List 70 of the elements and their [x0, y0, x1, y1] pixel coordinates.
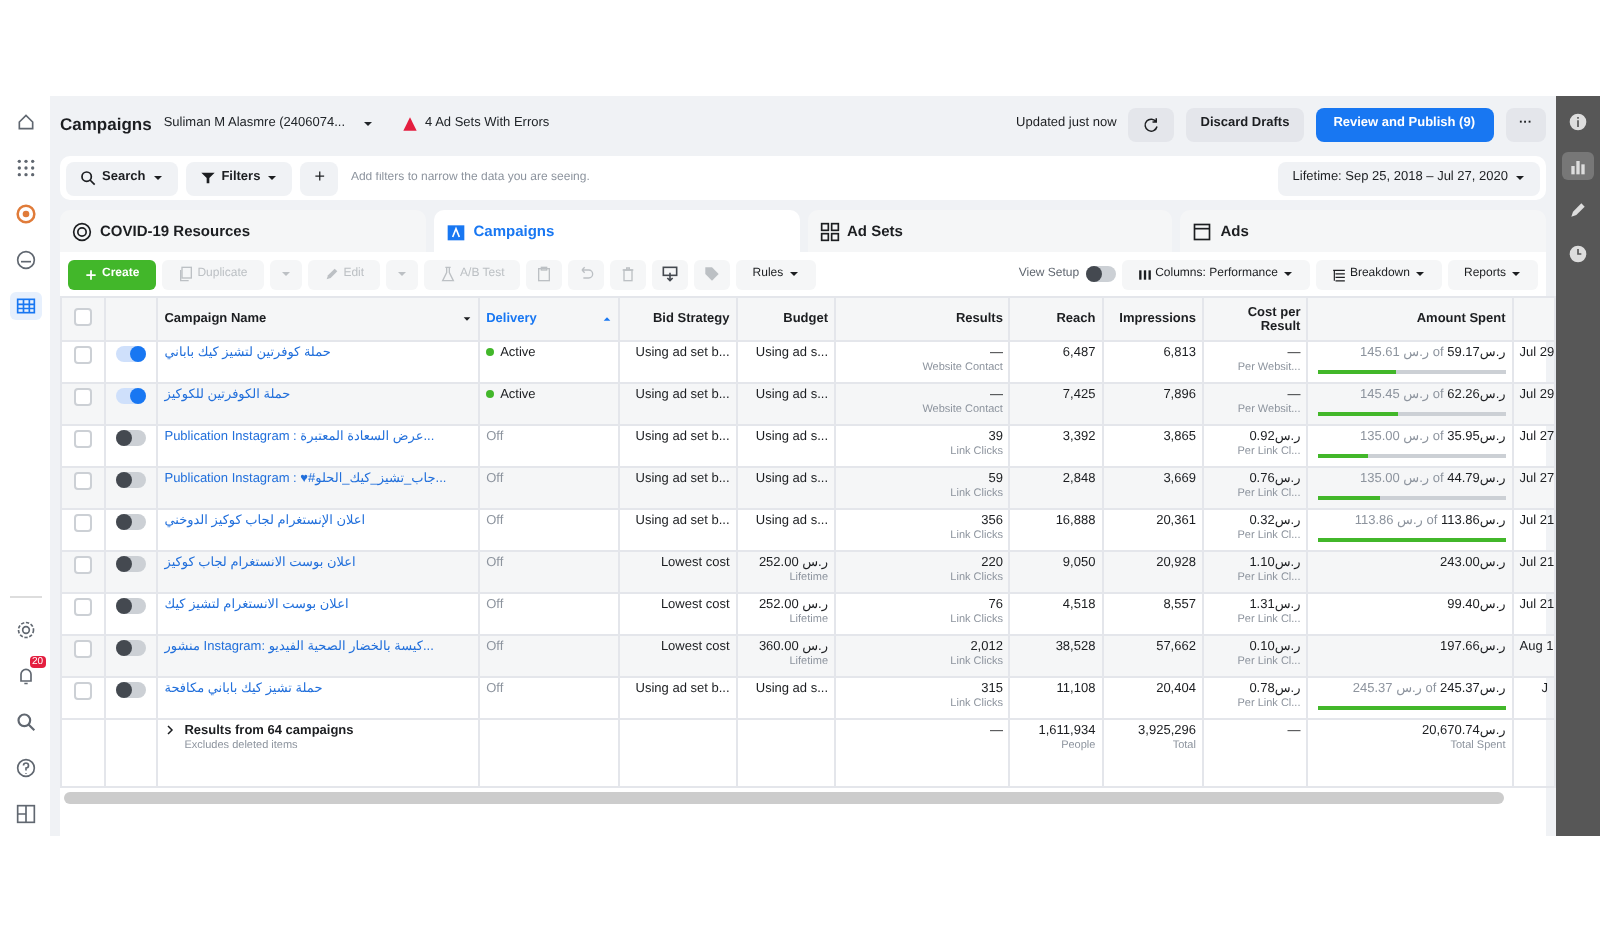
search-icon — [15, 712, 35, 732]
clock-icon — [1568, 244, 1588, 264]
view-setup-toggle[interactable] — [1085, 266, 1116, 282]
caret-icon — [266, 172, 279, 184]
apps-grid-icon — [15, 158, 35, 178]
campaign-toggle[interactable] — [116, 430, 147, 446]
bar-chart-icon — [1568, 156, 1588, 176]
row-checkbox[interactable] — [74, 682, 93, 700]
campaign-toggle[interactable] — [116, 346, 147, 362]
grid-icon — [819, 221, 839, 241]
caret-icon — [602, 314, 613, 324]
chevron-icon — [164, 724, 177, 736]
caret-icon — [1413, 268, 1426, 280]
page-title: Campaigns — [60, 111, 152, 137]
table-icon — [15, 296, 35, 316]
warning-icon — [401, 116, 418, 132]
panel-icon — [15, 804, 35, 824]
settings-icon — [15, 620, 35, 640]
breakdown-icon — [1331, 267, 1346, 281]
row-checkbox[interactable] — [74, 346, 93, 364]
help-icon — [15, 758, 35, 778]
campaign-toggle[interactable] — [116, 556, 147, 572]
caret-icon — [279, 268, 292, 280]
row-checkbox[interactable] — [74, 640, 93, 658]
caret-icon — [396, 268, 409, 280]
add-filter-button[interactable]: + — [300, 161, 339, 195]
copy-icon — [177, 266, 194, 282]
bell-icon — [15, 666, 35, 686]
trash-icon — [620, 266, 637, 282]
row-checkbox[interactable] — [74, 430, 93, 448]
search-icon — [80, 170, 96, 186]
row-checkbox[interactable] — [74, 598, 93, 616]
caret-icon — [151, 172, 164, 184]
row-checkbox[interactable] — [74, 472, 93, 490]
clipboard-icon — [536, 266, 553, 282]
undo-icon — [578, 266, 595, 282]
campaign-toggle[interactable] — [116, 514, 147, 530]
row-checkbox[interactable] — [74, 514, 93, 532]
toolbar-icon-button[interactable] — [652, 259, 689, 289]
flask-icon — [440, 266, 457, 282]
plus-icon — [84, 267, 98, 281]
logo-icon — [15, 204, 35, 224]
rail-item[interactable] — [1562, 152, 1594, 180]
horizontal-scrollbar[interactable] — [64, 792, 1504, 804]
campaign-toggle[interactable] — [116, 388, 147, 404]
caret-icon — [1281, 268, 1294, 280]
row-checkbox[interactable] — [74, 556, 93, 574]
campaign-toggle[interactable] — [116, 682, 147, 698]
columns-icon — [1137, 267, 1152, 281]
home-icon — [15, 112, 35, 132]
select-all-checkbox[interactable] — [74, 307, 93, 325]
pencil-icon — [1568, 200, 1588, 220]
filter-icon — [199, 170, 216, 186]
caret-icon — [787, 268, 800, 280]
rail-item[interactable] — [9, 292, 41, 320]
caret-icon — [1514, 172, 1526, 184]
caret-icon — [1510, 268, 1522, 280]
page-icon — [1192, 221, 1213, 241]
row-checkbox[interactable] — [74, 388, 93, 406]
refresh-icon — [1142, 115, 1161, 133]
campaign-toggle[interactable] — [116, 472, 147, 488]
export-icon — [662, 266, 679, 282]
info-icon — [1568, 112, 1588, 132]
caret-icon — [361, 118, 374, 130]
pencil-icon — [323, 266, 340, 282]
refresh-button[interactable] — [1128, 107, 1175, 141]
campaign-toggle[interactable] — [116, 640, 147, 656]
tag-icon — [704, 266, 721, 282]
caret-icon — [462, 314, 473, 324]
campaign-toggle[interactable] — [116, 598, 147, 614]
